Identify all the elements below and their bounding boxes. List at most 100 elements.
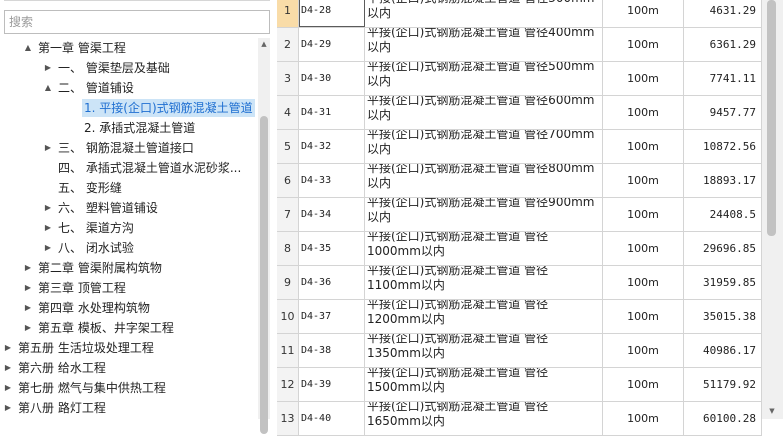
unit-cell[interactable]: 100m <box>603 368 684 401</box>
quota-name-cell[interactable]: 平接(企口)式钢筋混凝土管道 管径1000mm以内 <box>365 232 603 265</box>
price-cell[interactable]: 10872.56 <box>684 130 762 163</box>
tree-item[interactable]: ▲ 二、 管道铺设 <box>0 78 258 98</box>
table-row[interactable]: 13 D4-40 平接(企口)式钢筋混凝土管道 管径1650mm以内 100m 6010… <box>277 402 762 436</box>
tree-item[interactable]: ▶ 七、 渠道方沟 <box>0 218 258 238</box>
search-input[interactable] <box>5 11 269 33</box>
row-number[interactable]: 12 <box>277 368 299 401</box>
unit-cell[interactable]: 100m <box>603 0 684 27</box>
tree-item[interactable]: ▶ 第七册 燃气与集中供热工程 <box>0 378 258 398</box>
tree-item[interactable]: ▶ 三、 钢筋混凝土管道接口 <box>0 138 258 158</box>
quota-code-cell[interactable]: D4-39 <box>299 368 365 401</box>
quota-name-cell[interactable]: 平接(企口)式钢筋混凝土管道 管径900mm以内 <box>365 198 603 231</box>
chevron-right-icon[interactable]: ▶ <box>2 358 14 378</box>
row-number[interactable]: 1 <box>277 0 299 27</box>
table-row[interactable]: 7 D4-34 平接(企口)式钢筋混凝土管道 管径900mm以内 100m 24408.… <box>277 198 762 232</box>
tree-item[interactable]: ▶ 第五章 模板、井字架工程 <box>0 318 258 338</box>
price-cell[interactable]: 31959.85 <box>684 266 762 299</box>
quota-code-cell[interactable]: D4-31 <box>299 96 365 129</box>
table-row[interactable]: 1D4-28平接(企口)式钢筋混凝土管道 管径300mm以内 100m4631.2… <box>277 0 762 28</box>
table-row[interactable]: 6 D4-33 平接(企口)式钢筋混凝土管道 管径800mm以内 100m 18893.… <box>277 164 762 198</box>
row-number[interactable]: 7 <box>277 198 299 231</box>
unit-cell[interactable]: 100m <box>603 130 684 163</box>
price-cell[interactable]: 29696.85 <box>684 232 762 265</box>
row-number[interactable]: 8 <box>277 232 299 265</box>
table-row[interactable]: 8 D4-35 平接(企口)式钢筋混凝土管道 管径1000mm以内 100m 29696… <box>277 232 762 266</box>
table-row[interactable]: 11 D4-38 平接(企口)式钢筋混凝土管道 管径1350mm以内 100m 4098… <box>277 334 762 368</box>
table-scrollbar[interactable]: ▼ <box>762 0 783 419</box>
chevron-right-icon[interactable]: ▶ <box>22 318 34 338</box>
unit-cell[interactable]: 100m <box>603 198 684 231</box>
quota-code-cell[interactable]: D4-29 <box>299 28 365 61</box>
quota-code-cell[interactable]: D4-37 <box>299 300 365 333</box>
chevron-right-icon[interactable]: ▶ <box>2 338 14 358</box>
row-number[interactable]: 3 <box>277 62 299 95</box>
table-row[interactable]: 3 D4-30 平接(企口)式钢筋混凝土管道 管径500mm以内 100m 7741.1… <box>277 62 762 96</box>
price-cell[interactable]: 24408.5 <box>684 198 762 231</box>
chevron-right-icon[interactable]: ▶ <box>2 378 14 398</box>
price-cell[interactable]: 40986.17 <box>684 334 762 367</box>
quota-name-cell[interactable]: 平接(企口)式钢筋混凝土管道 管径500mm以内 <box>365 62 603 95</box>
chevron-down-icon[interactable]: ▲ <box>42 78 54 98</box>
tree-item[interactable]: ▶ 第八册 路灯工程 <box>0 398 258 418</box>
table-row[interactable]: 2 D4-29 平接(企口)式钢筋混凝土管道 管径400mm以内 100m 6361.2… <box>277 28 762 62</box>
unit-cell[interactable]: 100m <box>603 96 684 129</box>
quota-code-cell[interactable]: D4-32 <box>299 130 365 163</box>
quota-name-cell[interactable]: 平接(企口)式钢筋混凝土管道 管径1200mm以内 <box>365 300 603 333</box>
unit-cell[interactable]: 100m <box>603 334 684 367</box>
price-cell[interactable]: 4631.29 <box>684 0 762 27</box>
quota-code-cell[interactable]: D4-36 <box>299 266 365 299</box>
chevron-down-icon[interactable]: ▲ <box>22 38 34 58</box>
row-number[interactable]: 5 <box>277 130 299 163</box>
quota-name-cell[interactable]: 平接(企口)式钢筋混凝土管道 管径1100mm以内 <box>365 266 603 299</box>
tree-item[interactable]: ▲ 第一章 管渠工程 <box>0 38 258 58</box>
tree-item[interactable]: ▶ 六、 塑料管道铺设 <box>0 198 258 218</box>
tree-item[interactable]: 五、 变形缝 <box>0 178 258 198</box>
row-number[interactable]: 4 <box>277 96 299 129</box>
scroll-down-arrow-icon[interactable]: ▼ <box>766 405 778 417</box>
quota-name-cell[interactable]: 平接(企口)式钢筋混凝土管道 管径600mm以内 <box>365 96 603 129</box>
price-cell[interactable]: 7741.11 <box>684 62 762 95</box>
chevron-right-icon[interactable]: ▶ <box>42 238 54 258</box>
row-number[interactable]: 10 <box>277 300 299 333</box>
tree-item[interactable]: 2. 承插式混凝土管道 <box>0 118 258 138</box>
quota-name-cell[interactable]: 平接(企口)式钢筋混凝土管道 管径300mm以内 <box>365 0 603 27</box>
table-row[interactable]: 5 D4-32 平接(企口)式钢筋混凝土管道 管径700mm以内 100m 10872.… <box>277 130 762 164</box>
tree-scrollbar-thumb[interactable] <box>260 116 268 434</box>
scroll-up-arrow-icon[interactable]: ▲ <box>258 38 270 50</box>
quota-code-cell[interactable]: D4-33 <box>299 164 365 197</box>
chevron-right-icon[interactable]: ▶ <box>22 278 34 298</box>
table-row[interactable]: 10 D4-37 平接(企口)式钢筋混凝土管道 管径1200mm以内 100m 3501… <box>277 300 762 334</box>
quota-code-cell[interactable]: D4-34 <box>299 198 365 231</box>
chevron-right-icon[interactable]: ▶ <box>42 198 54 218</box>
quota-code-cell[interactable]: D4-30 <box>299 62 365 95</box>
quota-name-cell[interactable]: 平接(企口)式钢筋混凝土管道 管径400mm以内 <box>365 28 603 61</box>
tree-item[interactable]: ▶ 第二章 管渠附属构筑物 <box>0 258 258 278</box>
unit-cell[interactable]: 100m <box>603 232 684 265</box>
price-cell[interactable]: 6361.29 <box>684 28 762 61</box>
table-row[interactable]: 12 D4-39 平接(企口)式钢筋混凝土管道 管径1500mm以内 100m 5117… <box>277 368 762 402</box>
row-number[interactable]: 6 <box>277 164 299 197</box>
table-row[interactable]: 4 D4-31 平接(企口)式钢筋混凝土管道 管径600mm以内 100m 9457.7… <box>277 96 762 130</box>
quota-code-cell[interactable]: D4-38 <box>299 334 365 367</box>
tree-item[interactable]: ▶ 八、 闭水试验 <box>0 238 258 258</box>
price-cell[interactable]: 35015.38 <box>684 300 762 333</box>
row-number[interactable]: 9 <box>277 266 299 299</box>
search-field[interactable] <box>4 10 270 34</box>
row-number[interactable]: 11 <box>277 334 299 367</box>
tree-item[interactable]: ▶ 第三章 顶管工程 <box>0 278 258 298</box>
tree-item[interactable]: ▶ 第四章 水处理构筑物 <box>0 298 258 318</box>
tree-item[interactable]: 四、 承插式混凝土管道水泥砂浆... <box>0 158 258 178</box>
table-row[interactable]: 9 D4-36 平接(企口)式钢筋混凝土管道 管径1100mm以内 100m 31959… <box>277 266 762 300</box>
row-number[interactable]: 2 <box>277 28 299 61</box>
chevron-right-icon[interactable]: ▶ <box>22 298 34 318</box>
quota-name-cell[interactable]: 平接(企口)式钢筋混凝土管道 管径1350mm以内 <box>365 334 603 367</box>
tree-item[interactable]: ▶ 一、 管渠垫层及基础 <box>0 58 258 78</box>
unit-cell[interactable]: 100m <box>603 62 684 95</box>
price-cell[interactable]: 18893.17 <box>684 164 762 197</box>
unit-cell[interactable]: 100m <box>603 28 684 61</box>
quota-name-cell[interactable]: 平接(企口)式钢筋混凝土管道 管径700mm以内 <box>365 130 603 163</box>
price-cell[interactable]: 9457.77 <box>684 96 762 129</box>
price-cell[interactable]: 51179.92 <box>684 368 762 401</box>
tree-scrollbar[interactable]: ▲ <box>258 38 270 434</box>
tree-item[interactable]: ▶ 第六册 给水工程 <box>0 358 258 378</box>
